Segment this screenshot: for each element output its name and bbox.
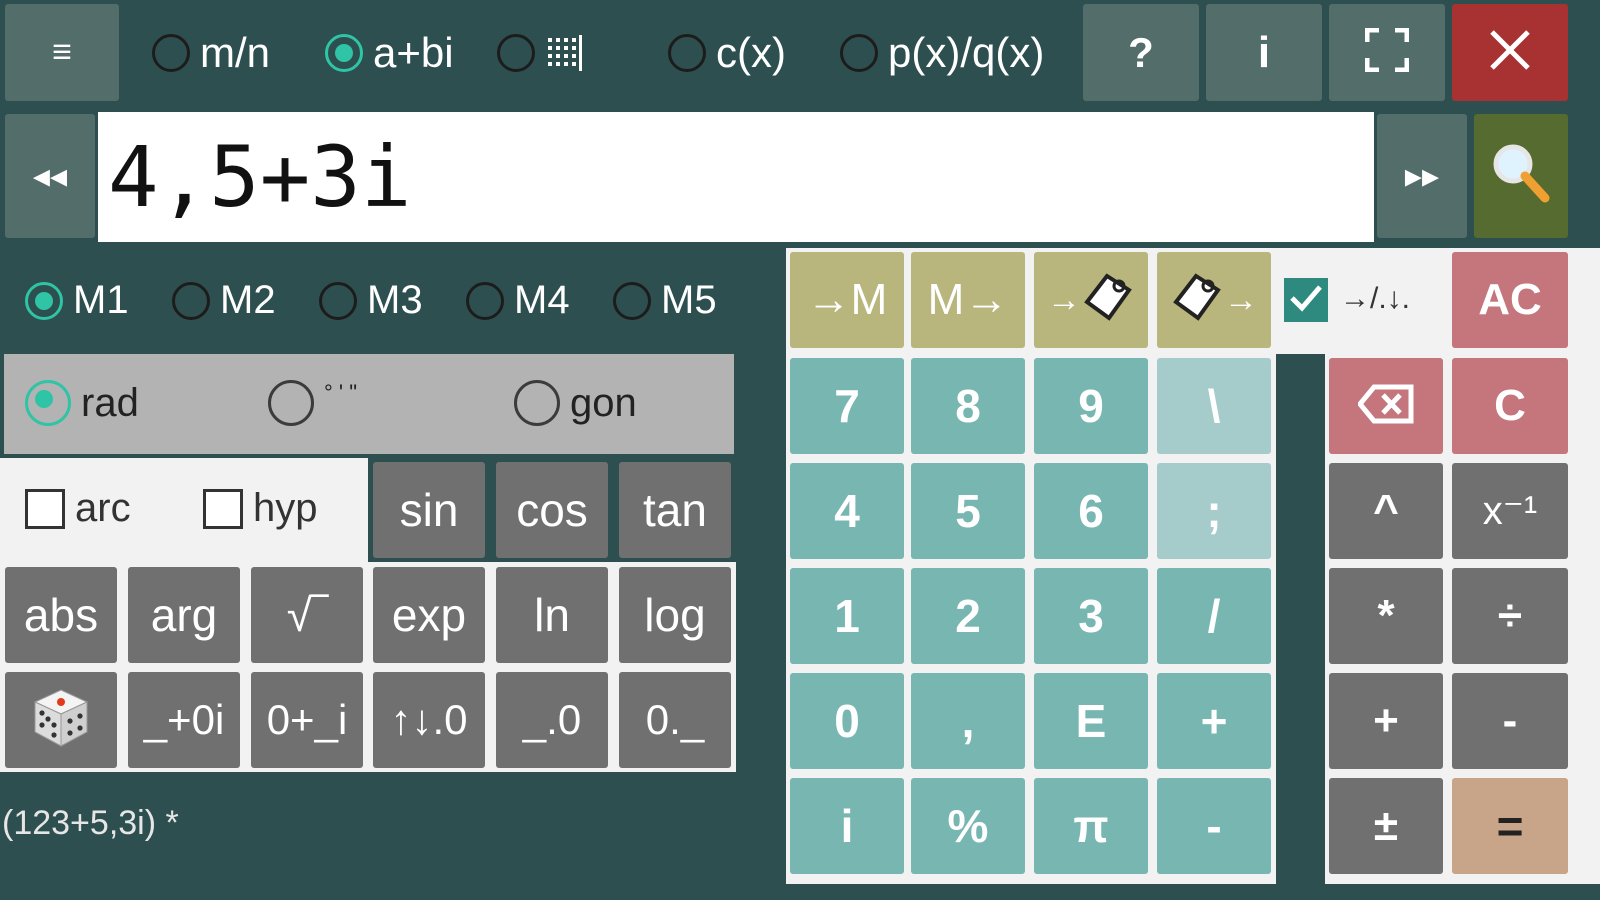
round-button[interactable]: ↑↓.0 [373, 672, 485, 768]
key-8[interactable]: 8 [911, 358, 1025, 454]
key-7[interactable]: 7 [790, 358, 904, 454]
decimal-conversion-label: →/.↓. [1340, 282, 1411, 315]
key-backslash[interactable]: \ [1157, 358, 1271, 454]
memory-store-button[interactable]: →M [790, 252, 904, 348]
all-clear-button[interactable]: AC [1452, 252, 1568, 348]
abs-button[interactable]: abs [5, 567, 117, 663]
backspace-icon [1356, 384, 1414, 429]
info-button[interactable]: i [1206, 4, 1322, 101]
paste-from-clipboard-button[interactable]: → [1157, 252, 1271, 348]
dice-icon [29, 686, 93, 755]
negate-button[interactable]: ± [1329, 778, 1443, 874]
key-5[interactable]: 5 [911, 463, 1025, 559]
checkmark-icon [1289, 283, 1323, 318]
angle-unit-degrees[interactable]: ° ' " [268, 380, 357, 426]
mode-option-complex[interactable]: a+bi [325, 29, 454, 76]
log-button[interactable]: log [619, 567, 731, 663]
key-4[interactable]: 4 [790, 463, 904, 559]
key-2[interactable]: 2 [911, 568, 1025, 664]
memory-slot-m4[interactable]: M4 [466, 278, 570, 323]
memory-recall-button[interactable]: M→ [911, 252, 1025, 348]
mode-radio-fraction [152, 34, 190, 72]
memory-slot-m1[interactable]: M1 [25, 278, 129, 323]
mode-option-rational[interactable]: p(x)/q(x) [840, 29, 1044, 76]
memory-slot-m5[interactable]: M5 [613, 278, 717, 323]
key-exponent[interactable]: E [1034, 673, 1148, 769]
sin-button[interactable]: sin [373, 462, 485, 558]
mode-option-polynomial[interactable]: c(x) [668, 29, 786, 76]
memory-slot-m3[interactable]: M3 [319, 278, 423, 323]
cursor-right-button[interactable]: ▸▸ [1377, 114, 1467, 238]
history-text: (123+5,3i) * [2, 804, 179, 842]
fraction-part-button[interactable]: 0._ [619, 672, 731, 768]
equals-button[interactable]: = [1452, 778, 1568, 874]
matrix-icon [545, 35, 583, 71]
key-3[interactable]: 3 [1034, 568, 1148, 664]
real-part-button[interactable]: _+0i [128, 672, 240, 768]
fullscreen-button[interactable] [1329, 4, 1445, 101]
key-9[interactable]: 9 [1034, 358, 1148, 454]
close-icon [1488, 28, 1532, 77]
key-imaginary[interactable]: i [790, 778, 904, 874]
hyp-checkbox[interactable]: hyp [203, 486, 318, 531]
key-percent[interactable]: % [911, 778, 1025, 874]
memory-slot-m2[interactable]: M2 [172, 278, 276, 323]
ln-button[interactable]: ln [496, 567, 608, 663]
clipboard-icon [1081, 264, 1135, 337]
key-pi[interactable]: π [1034, 778, 1148, 874]
mode-radio-rational [840, 34, 878, 72]
tan-button[interactable]: tan [619, 462, 731, 558]
key-semicolon[interactable]: ; [1157, 463, 1271, 559]
mode-option-matrix[interactable] [497, 30, 583, 76]
magnifier-icon [1491, 142, 1551, 211]
mode-radio-matrix [497, 34, 535, 72]
subtract-button[interactable]: - [1452, 673, 1568, 769]
key-6[interactable]: 6 [1034, 463, 1148, 559]
copy-to-clipboard-button[interactable]: → [1034, 252, 1148, 348]
close-button[interactable] [1452, 4, 1568, 101]
key-0[interactable]: 0 [790, 673, 904, 769]
key-slash[interactable]: / [1157, 568, 1271, 664]
search-button[interactable] [1474, 114, 1568, 238]
mode-radio-complex [325, 34, 363, 72]
backspace-button[interactable] [1329, 358, 1443, 454]
clipboard-icon [1170, 264, 1224, 337]
power-button[interactable]: ^ [1329, 463, 1443, 559]
sqrt-button[interactable]: √‾ [251, 567, 363, 663]
cos-button[interactable]: cos [496, 462, 608, 558]
mode-option-fraction[interactable]: m/n [152, 29, 270, 76]
integer-part-button[interactable]: _.0 [496, 672, 608, 768]
exp-button[interactable]: exp [373, 567, 485, 663]
key-1[interactable]: 1 [790, 568, 904, 664]
random-button[interactable] [5, 672, 117, 768]
expression-input[interactable]: 4,5+3i [98, 112, 1374, 242]
arc-checkbox[interactable]: arc [25, 486, 131, 531]
key-minus[interactable]: - [1157, 778, 1271, 874]
arg-button[interactable]: arg [128, 567, 240, 663]
menu-button[interactable]: ≡ [5, 4, 119, 101]
fullscreen-icon [1364, 27, 1410, 77]
cursor-left-button[interactable]: ◂◂ [5, 114, 95, 238]
imaginary-part-button[interactable]: 0+_i [251, 672, 363, 768]
angle-unit-rad[interactable]: rad [25, 380, 139, 426]
add-button[interactable]: + [1329, 673, 1443, 769]
mode-radio-polynomial [668, 34, 706, 72]
help-button[interactable]: ? [1083, 4, 1199, 101]
key-comma[interactable]: , [911, 673, 1025, 769]
angle-unit-gon[interactable]: gon [514, 380, 637, 426]
divide-button[interactable]: ÷ [1452, 568, 1568, 664]
multiply-button[interactable]: * [1329, 568, 1443, 664]
hamburger-icon: ≡ [52, 33, 72, 71]
key-plus[interactable]: + [1157, 673, 1271, 769]
reciprocal-button[interactable]: x⁻¹ [1452, 463, 1568, 559]
clear-button[interactable]: C [1452, 358, 1568, 454]
decimal-conversion-checkbox[interactable] [1284, 278, 1328, 322]
